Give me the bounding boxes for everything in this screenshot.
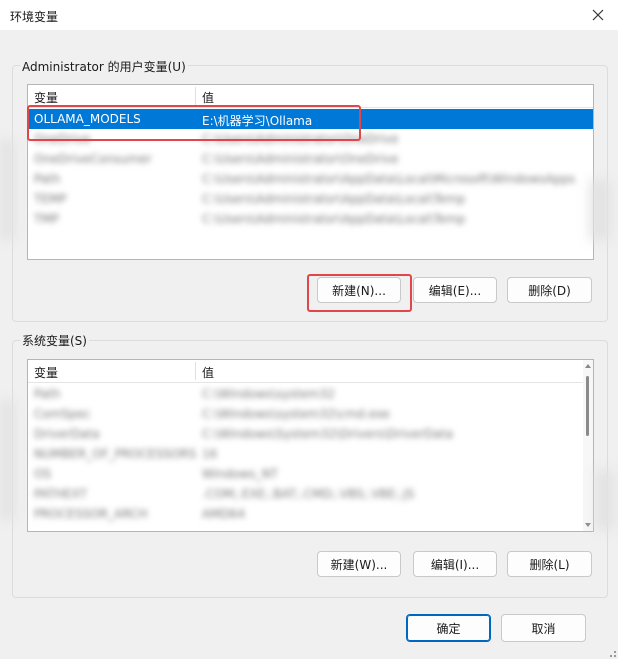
scroll-up-icon[interactable] [585, 364, 591, 368]
column-header-value[interactable]: 值 [202, 364, 214, 381]
variable-name: Path [34, 387, 61, 401]
user-delete-button[interactable]: 删除(D) [507, 277, 592, 303]
variable-name: PATHEXT [34, 487, 88, 501]
variable-name: OneDrive [34, 132, 91, 146]
variable-value: .COM;.EXE;.BAT;.CMD;.VBS;.VBE;.JS [202, 487, 415, 501]
variable-value: C:\Users\Administrator\AppData\Local\Mic… [202, 172, 576, 186]
system-delete-button[interactable]: 删除(L) [507, 551, 592, 577]
user-vars-label: Administrator 的用户变量(U) [20, 58, 188, 75]
list-item[interactable]: PROCESSOR_ARCH AMD64 [28, 504, 593, 524]
list-item[interactable]: TMP C:\Users\Administrator\AppData\Local\… [28, 209, 593, 229]
variable-value: C:\Windows\System32\Drivers\DriverData [202, 427, 453, 441]
variable-name: Path [34, 172, 61, 186]
system-new-button[interactable]: 新建(W)... [317, 551, 401, 577]
variable-name: OLLAMA_MODELS [34, 112, 141, 126]
close-icon [592, 9, 604, 21]
list-item[interactable]: ComSpec C:\Windows\system32\cmd.exe [28, 404, 593, 424]
system-vars-header: 变量 值 [28, 360, 593, 383]
variable-name: OneDriveConsumer [34, 152, 152, 166]
list-item[interactable]: OneDriveConsumer C:\Users\Administrator\O… [28, 149, 593, 169]
variable-value: E:\机器学习\Ollama [202, 114, 313, 128]
variable-value: C:\Users\Administrator\OneDrive [202, 132, 399, 146]
list-item[interactable]: OneDrive C:\Users\Administrator\OneDrive [28, 129, 593, 149]
variable-value: C:\Windows\system32 [202, 387, 335, 401]
list-item[interactable]: NUMBER_OF_PROCESSORS 16 [28, 444, 593, 464]
column-header-value[interactable]: 值 [202, 89, 214, 106]
blur-smudge-right [590, 180, 610, 240]
user-new-button[interactable]: 新建(N)... [317, 277, 401, 303]
cancel-button[interactable]: 取消 [501, 614, 586, 642]
ok-button[interactable]: 确定 [406, 614, 491, 642]
variable-value: AMD64 [202, 507, 246, 521]
scrollbar-thumb[interactable] [586, 376, 589, 436]
window-title: 环境变量 [10, 10, 59, 24]
list-item[interactable]: DriverData C:\Windows\System32\Drivers\Dr… [28, 424, 593, 444]
list-item[interactable]: OS Windows_NT [28, 464, 593, 484]
variable-name: TMP [34, 212, 59, 226]
user-edit-button[interactable]: 编辑(E)... [413, 277, 497, 303]
variable-value: C:\Windows\system32\cmd.exe [202, 407, 390, 421]
user-vars-header: 变量 值 [28, 85, 593, 108]
variable-name: PROCESSOR_ARCH [34, 507, 148, 521]
system-vars-label: 系统变量(S) [20, 332, 89, 349]
list-item[interactable]: OLLAMA_MODELS E:\机器学习\Ollama [28, 109, 593, 129]
blur-smudge-left-2 [0, 400, 14, 520]
user-vars-list[interactable]: 变量 值 OLLAMA_MODELS E:\机器学习\Ollama OneDrive… [27, 84, 594, 260]
variable-value: C:\Users\Administrator\AppData\Local\Tem… [202, 192, 466, 206]
resize-grip[interactable] [604, 645, 616, 657]
system-vars-scrollbar[interactable] [583, 360, 593, 531]
list-item[interactable]: PATHEXT .COM;.EXE;.BAT;.CMD;.VBS;.VBE;.JS [28, 484, 593, 504]
title-bar: 环境变量 [0, 0, 618, 30]
system-edit-button[interactable]: 编辑(I)... [413, 551, 497, 577]
variable-name: DriverData [34, 427, 100, 441]
variable-value: C:\Users\Administrator\AppData\Local\Tem… [202, 212, 466, 226]
close-button[interactable] [586, 4, 610, 26]
column-header-name[interactable]: 变量 [34, 364, 58, 381]
variable-name: OS [34, 467, 52, 481]
variable-value: Windows_NT [202, 467, 278, 481]
column-header-name[interactable]: 变量 [34, 89, 58, 106]
system-vars-list[interactable]: 变量 值 Path C:\Windows\system32 ComSpec C:\Wi… [27, 359, 594, 532]
variable-value: C:\Users\Administrator\OneDrive [202, 152, 399, 166]
variable-name: NUMBER_OF_PROCESSORS [34, 447, 197, 461]
blur-smudge-right-2 [596, 470, 614, 530]
list-item[interactable]: TEMP C:\Users\Administrator\AppData\Local… [28, 189, 593, 209]
blur-smudge-left [0, 140, 14, 240]
list-item[interactable]: Path C:\Users\Administrator\AppData\Local… [28, 169, 593, 189]
scroll-down-icon[interactable] [585, 523, 591, 527]
variable-name: ComSpec [34, 407, 91, 421]
variable-value: 16 [202, 447, 218, 461]
variable-name: TEMP [34, 192, 67, 206]
list-item[interactable]: Path C:\Windows\system32 [28, 384, 593, 404]
